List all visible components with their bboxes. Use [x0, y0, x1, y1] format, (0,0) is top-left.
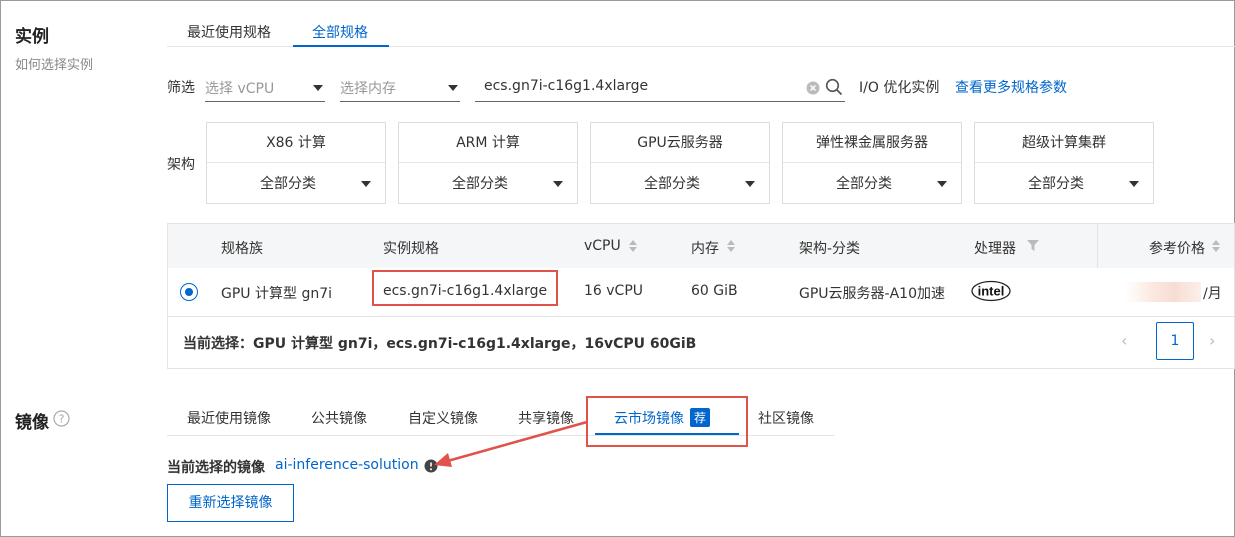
tab-recent-images[interactable]: 最近使用镜像 — [187, 408, 271, 428]
arch-gpu-category[interactable]: 全部分类 — [591, 164, 769, 204]
svg-text:?: ? — [59, 413, 65, 426]
header-memory[interactable]: 内存 — [691, 238, 719, 258]
arch-label: 架构 — [167, 157, 195, 173]
sort-icon[interactable] — [727, 240, 735, 252]
arch-bare-metal-category[interactable]: 全部分类 — [783, 164, 961, 204]
arch-supercomputing[interactable]: 超级计算集群 全部分类 — [974, 122, 1154, 204]
sort-icon[interactable] — [629, 240, 637, 252]
arch-arm[interactable]: ARM 计算 全部分类 — [398, 122, 578, 204]
current-image-label: 当前选择的镜像 — [167, 460, 265, 476]
arch-x86[interactable]: X86 计算 全部分类 — [206, 122, 386, 204]
header-family: 规格族 — [221, 241, 263, 257]
chevron-down-icon — [745, 181, 755, 187]
marketplace-highlight-box — [586, 396, 748, 447]
how-to-choose-instance-link[interactable]: 如何选择实例 — [15, 54, 93, 73]
row-divider — [168, 316, 1234, 317]
vcpu-select[interactable]: 选择 vCPU — [205, 72, 325, 102]
annotation-arrow — [434, 420, 588, 467]
header-arch: 架构-分类 — [799, 241, 861, 257]
header-vcpu[interactable]: vCPU — [584, 238, 621, 254]
arch-x86-category[interactable]: 全部分类 — [207, 164, 385, 204]
image-section-title: 镜像 — [15, 413, 49, 433]
prev-page-icon[interactable]: ‹ — [1121, 331, 1127, 350]
cell-price-unit: /月 — [1203, 286, 1222, 302]
arch-bare-metal-name: 弹性裸金属服务器 — [783, 123, 961, 163]
more-spec-params-link[interactable]: 查看更多规格参数 — [955, 77, 1067, 97]
cell-family: GPU 计算型 gn7i — [221, 286, 332, 302]
tab-recent-specs[interactable]: 最近使用规格 — [187, 22, 271, 42]
arch-supercomputing-name: 超级计算集群 — [975, 123, 1153, 163]
sort-icon[interactable] — [1212, 240, 1220, 252]
arch-arm-category[interactable]: 全部分类 — [399, 164, 577, 204]
header-processor[interactable]: 处理器 — [974, 238, 1016, 258]
cell-vcpu: 16 vCPU — [584, 283, 644, 299]
spec-highlight-box — [372, 270, 558, 306]
current-selection-text: 当前选择：GPU 计算型 gn7i，ecs.gn7i-c16g1.4xlarge… — [183, 336, 697, 352]
chevron-down-icon — [937, 181, 947, 187]
tab-all-specs[interactable]: 全部规格 — [312, 22, 368, 42]
cell-arch: GPU云服务器-A10加速 — [799, 286, 945, 302]
filter-label: 筛选 — [167, 80, 195, 96]
header-spec: 实例规格 — [383, 241, 439, 257]
tab-community-images[interactable]: 社区镜像 — [758, 408, 814, 428]
header-price[interactable]: 参考价格 — [1149, 238, 1205, 258]
chevron-down-icon — [361, 181, 371, 187]
reselect-image-button[interactable]: 重新选择镜像 — [167, 484, 294, 522]
search-icon[interactable] — [825, 78, 843, 96]
arch-arm-name: ARM 计算 — [399, 123, 577, 163]
help-icon[interactable]: ? — [53, 410, 70, 427]
svg-text:intel: intel — [978, 284, 1005, 299]
current-image-value[interactable]: ai-inference-solution — [275, 457, 419, 473]
chevron-down-icon — [553, 181, 563, 187]
memory-select[interactable]: 选择内存 — [340, 72, 460, 102]
spec-table: 规格族 实例规格 vCPU 内存 架构-分类 处理器 参考价格 GPU 计算型 … — [167, 223, 1235, 369]
arch-x86-name: X86 计算 — [207, 123, 385, 163]
price-redacted — [1125, 282, 1201, 302]
spec-search-input[interactable]: ecs.gn7i-c16g1.4xlarge — [475, 72, 845, 102]
next-page-icon[interactable]: › — [1209, 331, 1215, 350]
page-1-button[interactable]: 1 — [1156, 322, 1194, 360]
vcpu-select-placeholder: 选择 vCPU — [205, 81, 275, 97]
io-optimized-label: I/O 优化实例 — [859, 80, 940, 96]
arch-supercomputing-category[interactable]: 全部分类 — [975, 164, 1153, 204]
cell-memory: 60 GiB — [691, 283, 738, 299]
active-tab-indicator — [293, 45, 389, 47]
row-radio-selected[interactable] — [180, 283, 198, 301]
instance-section-title: 实例 — [15, 27, 49, 47]
arch-bare-metal[interactable]: 弹性裸金属服务器 全部分类 — [782, 122, 962, 204]
filter-icon[interactable] — [1027, 240, 1039, 251]
clear-icon[interactable] — [806, 81, 820, 95]
arch-gpu-name: GPU云服务器 — [591, 123, 769, 163]
column-divider — [1097, 224, 1098, 268]
chevron-down-icon — [448, 85, 458, 91]
intel-logo-icon: intel — [971, 280, 1011, 302]
memory-select-placeholder: 选择内存 — [340, 81, 396, 97]
chevron-down-icon — [313, 85, 323, 91]
arch-gpu[interactable]: GPU云服务器 全部分类 — [590, 122, 770, 204]
spec-search-value: ecs.gn7i-c16g1.4xlarge — [484, 78, 649, 94]
tab-public-images[interactable]: 公共镜像 — [311, 408, 367, 428]
chevron-down-icon — [1129, 181, 1139, 187]
